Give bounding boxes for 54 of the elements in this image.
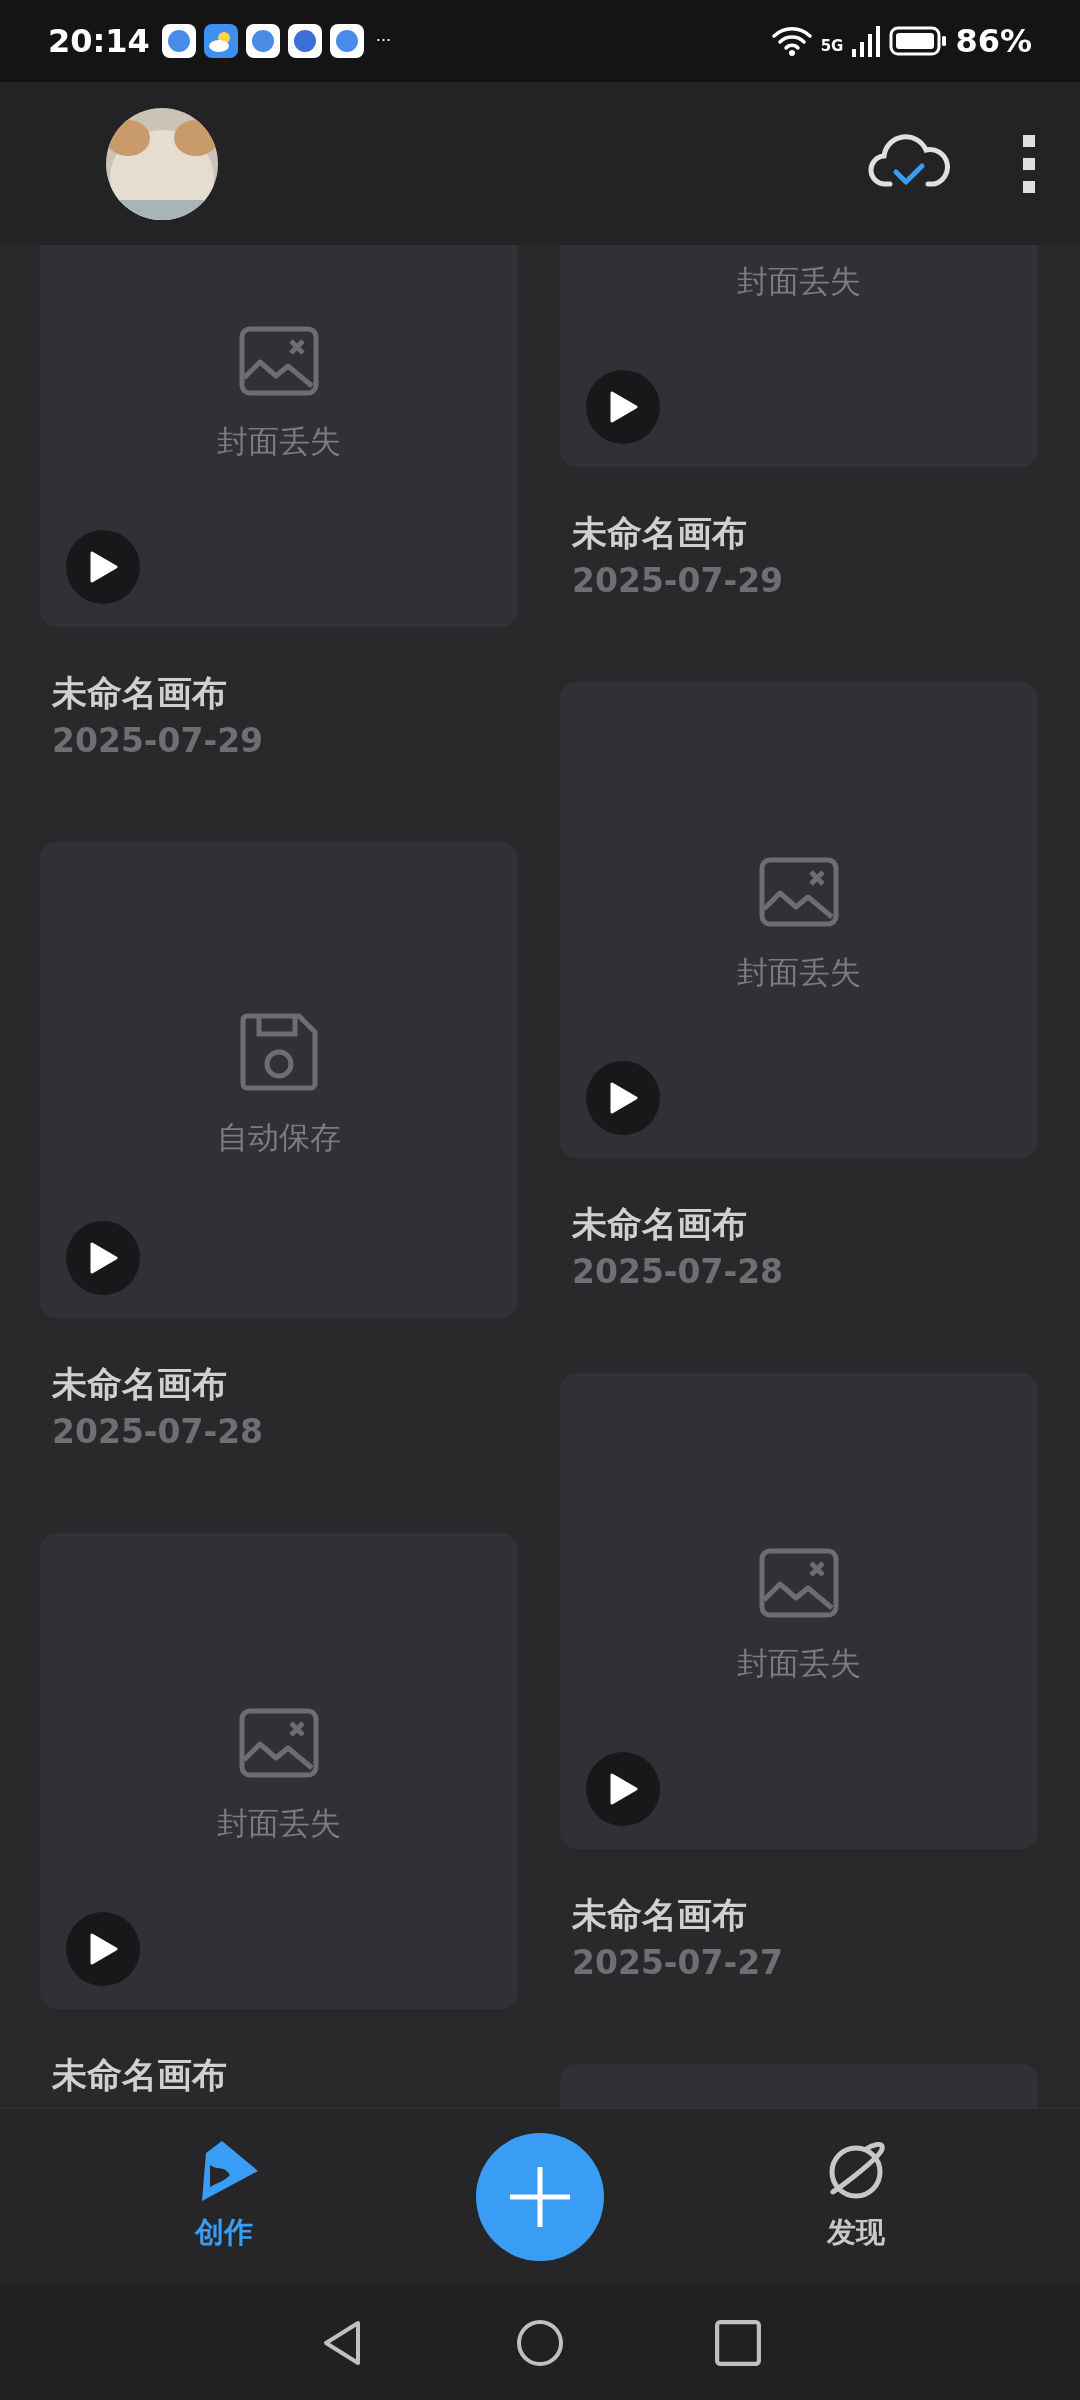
- cover-status-text: 封面丢失: [217, 1803, 341, 1843]
- canvas-card[interactable]: 自动保存: [40, 842, 518, 1318]
- play-icon: [88, 1241, 118, 1275]
- canvas-title: 未命名画布: [52, 2054, 228, 2097]
- cover-status-text: 封面丢失: [737, 952, 861, 992]
- browser-app-icon: [245, 24, 280, 58]
- canvas-title: 未命名画布: [52, 672, 228, 715]
- canvas-title: 未命名画布: [572, 1203, 748, 1246]
- play-icon: [608, 1081, 638, 1115]
- broken-image-icon: [239, 325, 319, 396]
- canvas-title: 未命名画布: [572, 512, 748, 555]
- browser-app-icon: [161, 24, 196, 58]
- cover-status-text: 封面丢失: [737, 1643, 861, 1683]
- nav-tab[interactable]: 创作: [124, 2138, 324, 2256]
- cover-status-text: 自动保存: [217, 1117, 341, 1157]
- canvas-date: 2025-07-29: [52, 720, 265, 762]
- play-icon: [608, 1772, 638, 1806]
- home-icon: [516, 2318, 564, 2367]
- canvas-card[interactable]: 封面丢失: [560, 245, 1038, 467]
- canvas-date: 2025-07-29: [572, 560, 785, 602]
- nav-tab[interactable]: 发现: [756, 2138, 956, 2256]
- status-time: 20:14: [48, 21, 150, 62]
- canvas-card[interactable]: 封面丢失: [40, 1533, 518, 2009]
- weather-app-icon: [203, 24, 238, 58]
- browser-app-icon: [329, 24, 364, 58]
- network-type-text: 5G: [820, 36, 844, 57]
- more-menu-button[interactable]: [1022, 133, 1036, 194]
- canvas-date: 2025-07-27: [572, 1942, 785, 1984]
- home-button[interactable]: [516, 2318, 564, 2367]
- browser-app-icon: [287, 24, 322, 58]
- more-vertical-icon: [1022, 133, 1036, 194]
- signal-icon: [851, 25, 882, 57]
- cover-status-text: 封面丢失: [737, 261, 861, 301]
- recents-icon: [714, 2318, 762, 2367]
- plus-icon: [508, 2165, 572, 2229]
- canvas-date: 2025-07-28: [572, 1251, 785, 1293]
- recents-button[interactable]: [714, 2318, 762, 2367]
- play-icon: [608, 390, 638, 424]
- canvas-card[interactable]: 封面丢失: [560, 682, 1038, 1158]
- broken-image-icon: [759, 1547, 839, 1618]
- play-icon: [88, 1932, 118, 1966]
- canvas-date: 2025-07-28: [52, 1411, 265, 1453]
- canvas-title: 未命名画布: [52, 1363, 228, 1406]
- wifi-icon: [770, 25, 813, 57]
- battery-percent: 86%: [955, 21, 1032, 62]
- play-icon: [88, 550, 118, 584]
- battery-icon: [889, 25, 948, 57]
- cover-status-text: 封面丢失: [217, 421, 341, 461]
- more-notifications-text: ···: [375, 30, 392, 52]
- canvas-card[interactable]: 封面丢失: [40, 245, 518, 627]
- canvas-title: 未命名画布: [572, 1894, 748, 1937]
- canvas-card[interactable]: 封面丢失: [560, 1373, 1038, 1849]
- broken-image-icon: [759, 856, 839, 927]
- broken-image-icon: [239, 1707, 319, 1778]
